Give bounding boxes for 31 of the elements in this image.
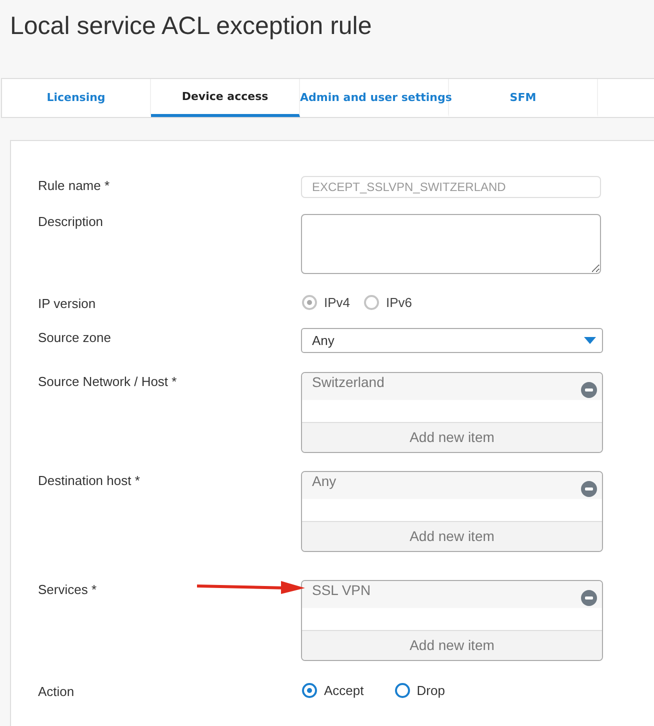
list-item: SSL VPN <box>312 581 371 598</box>
radio-label: IPv4 <box>324 295 350 310</box>
list-item: Any <box>312 472 336 489</box>
add-item-button[interactable]: Add new item <box>302 521 602 551</box>
field-label: Destination host * <box>38 472 140 488</box>
add-item-button[interactable]: Add new item <box>302 630 602 660</box>
tab[interactable]: Licensing <box>2 79 151 117</box>
field-label: IP version <box>38 295 96 311</box>
list-item: Switzerland <box>312 373 384 390</box>
radio-button[interactable] <box>394 683 410 698</box>
remove-icon[interactable] <box>581 480 597 496</box>
page-title: Local service ACL exception rule <box>9 11 373 42</box>
radio-label: Accept <box>324 683 364 698</box>
field-label: Services * <box>38 581 97 597</box>
radio-label: IPv6 <box>386 295 412 310</box>
remove-icon[interactable] <box>581 590 597 606</box>
dropdown[interactable]: Any <box>301 328 603 353</box>
remove-icon[interactable] <box>581 382 597 398</box>
tab[interactable]: Admin and user settings <box>300 79 449 117</box>
tab[interactable]: Device access <box>151 79 300 117</box>
add-item-button[interactable]: Add new item <box>302 422 602 452</box>
dropdown-value: Any <box>312 333 334 348</box>
field-label: Source Network / Host * <box>38 373 177 389</box>
field-label: Description <box>38 213 104 229</box>
description-field[interactable] <box>301 214 601 274</box>
field-label: Rule name * <box>38 177 110 193</box>
radio-label: Drop <box>416 683 445 698</box>
field-label: Source zone <box>38 329 111 345</box>
caret-icon <box>584 337 596 344</box>
radio-button[interactable] <box>302 683 317 698</box>
field-label: Action <box>38 683 74 699</box>
